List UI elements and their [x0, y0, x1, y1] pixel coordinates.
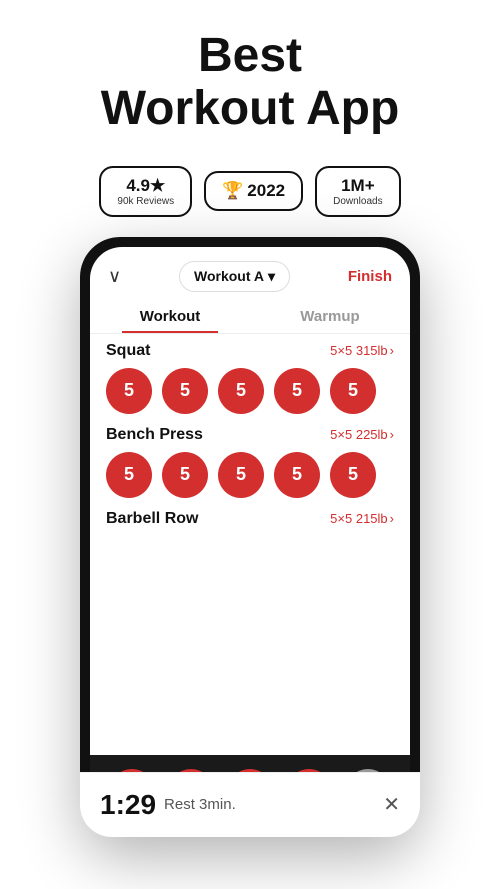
bench-sets-row: 5 5 5 5 5: [106, 452, 394, 498]
bench-set-1[interactable]: 5: [106, 452, 152, 498]
exercise-header-squat: Squat 5×5 315lb ›: [106, 342, 394, 360]
workout-selector[interactable]: Workout A ▾: [179, 261, 290, 292]
rest-close-button[interactable]: ✕: [383, 792, 400, 817]
squat-set-3[interactable]: 5: [218, 368, 264, 414]
title-line1: Best: [198, 29, 302, 82]
bench-set-3[interactable]: 5: [218, 452, 264, 498]
bench-set-4[interactable]: 5: [274, 452, 320, 498]
exercise-name-barbell: Barbell Row: [106, 510, 198, 528]
squat-set-5[interactable]: 5: [330, 368, 376, 414]
finish-button[interactable]: Finish: [348, 268, 392, 285]
rest-label: Rest 3min.: [164, 796, 236, 813]
exercise-sets-barbell[interactable]: 5×5 215lb ›: [330, 511, 394, 526]
phone-mockup: ∨ Workout A ▾ Finish Workout Warmup Squa…: [80, 237, 420, 837]
exercise-name-squat: Squat: [106, 342, 150, 360]
squat-sets-row: 5 5 5 5 5: [106, 368, 394, 414]
badge-rating-main: 4.9★: [126, 176, 165, 196]
main-title: Best Workout App: [20, 30, 480, 136]
phone-screen: ∨ Workout A ▾ Finish Workout Warmup Squa…: [90, 247, 410, 827]
squat-set-2[interactable]: 5: [162, 368, 208, 414]
rest-timer: 1:29 Rest 3min. ✕: [90, 772, 410, 827]
exercise-item-squat: Squat 5×5 315lb › 5 5 5 5 5: [106, 342, 394, 414]
badge-downloads-sub: Downloads: [333, 196, 382, 207]
trophy-icon: 🏆: [222, 181, 243, 201]
tab-bar: Workout Warmup: [90, 298, 410, 334]
exercise-name-bench: Bench Press: [106, 426, 203, 444]
badge-rating-sub: 90k Reviews: [117, 196, 174, 207]
badge-rating: 4.9★ 90k Reviews: [99, 166, 192, 217]
arrow-right-icon-barbell: ›: [390, 511, 394, 526]
badge-downloads: 1M+ Downloads: [315, 166, 400, 217]
phone-topbar: ∨ Workout A ▾ Finish: [90, 247, 410, 298]
bench-set-5[interactable]: 5: [330, 452, 376, 498]
rest-time-display: 1:29: [100, 789, 156, 821]
title-line2: Workout App: [101, 82, 400, 135]
badge-year: 🏆 2022: [204, 171, 303, 211]
arrow-right-icon-bench: ›: [390, 427, 394, 442]
badges-row: 4.9★ 90k Reviews 🏆 2022 1M+ Downloads: [99, 166, 400, 217]
bench-set-2[interactable]: 5: [162, 452, 208, 498]
exercise-item-bench: Bench Press 5×5 225lb › 5 5 5 5 5: [106, 426, 394, 498]
dropdown-arrow-icon: ▾: [268, 268, 275, 285]
exercise-sets-bench[interactable]: 5×5 225lb ›: [330, 427, 394, 442]
exercise-header-barbell: Barbell Row 5×5 215lb ›: [106, 510, 394, 528]
tab-warmup[interactable]: Warmup: [250, 298, 410, 333]
exercise-header-bench: Bench Press 5×5 225lb ›: [106, 426, 394, 444]
header-section: Best Workout App: [0, 0, 500, 152]
badge-year-main: 🏆 2022: [222, 181, 285, 201]
exercise-item-barbell: Barbell Row 5×5 215lb ›: [106, 510, 394, 528]
tab-workout[interactable]: Workout: [90, 298, 250, 333]
exercise-list: Squat 5×5 315lb › 5 5 5 5 5 Bench P: [90, 342, 410, 755]
workout-name-label: Workout A: [194, 268, 264, 284]
arrow-right-icon: ›: [390, 343, 394, 358]
rest-timer-left: 1:29 Rest 3min.: [100, 789, 236, 821]
chevron-down-icon[interactable]: ∨: [108, 266, 121, 287]
badge-downloads-main: 1M+: [341, 176, 375, 196]
exercise-sets-squat[interactable]: 5×5 315lb ›: [330, 343, 394, 358]
squat-set-1[interactable]: 5: [106, 368, 152, 414]
squat-set-4[interactable]: 5: [274, 368, 320, 414]
